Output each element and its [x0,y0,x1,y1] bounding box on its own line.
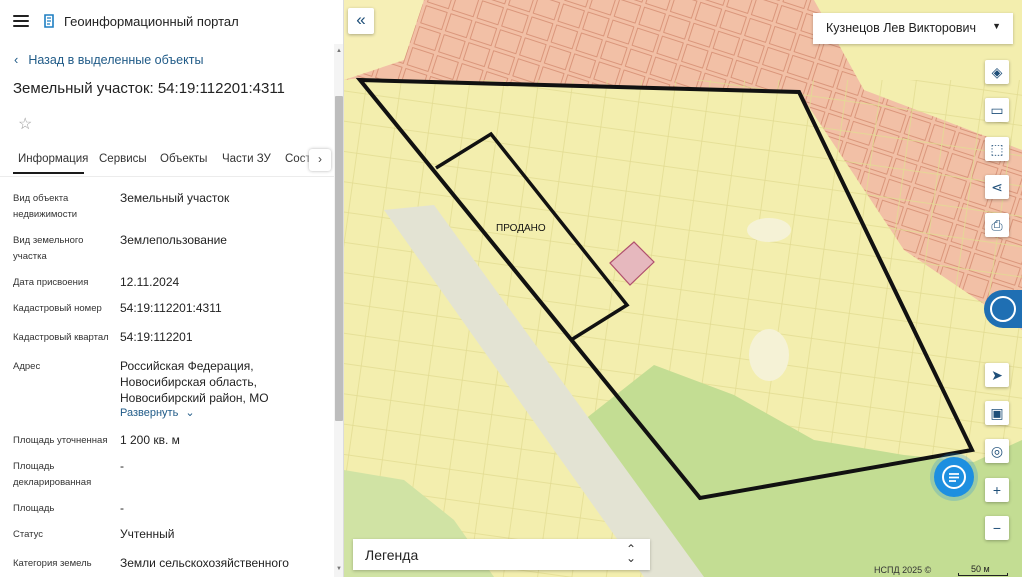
locate-icon[interactable]: ➤ [985,363,1009,387]
property-value: Земельный участок [120,191,230,205]
tab-information[interactable]: Информация [18,153,88,165]
property-label: Статус [13,529,44,540]
chevron-down-icon: ⌄ [185,407,195,419]
map-canvas[interactable] [344,0,1022,577]
active-tab-indicator [13,172,84,174]
top-bar: Геоинформационный портал [0,0,343,44]
property-label: Категория земель [13,558,92,569]
expand-toggle-icon: ⌃ ⌄ [625,542,636,565]
map-attribution: НСПД 2025 © [874,565,932,575]
property-value: Учтенный [120,527,175,541]
user-menu[interactable]: Кузнецов Лев Викторович ▼ [813,13,1013,44]
info-panel: Геоинформационный портал ‹ Назад в выделе… [0,0,344,577]
caret-down-icon: ▼ [992,21,1001,31]
app-title: Геоинформационный портал [64,14,239,29]
address-value: Российская Федерация, Новосибирская обла… [120,359,269,405]
scroll-down-arrow-icon[interactable]: ▼ [336,566,342,572]
collapse-panel-button[interactable]: « [348,8,374,34]
property-value: 12.11.2024 [120,275,180,289]
property-label: Вид земельного участка [13,235,84,262]
tabs-bar: Информация Сервисы Объекты Части ЗУ Сост… [0,146,334,174]
legend-label: Легенда [365,547,419,563]
share-icon[interactable]: ⋖ [985,175,1009,199]
property-label: Вид объекта недвижимости [13,193,78,220]
tab-services[interactable]: Сервисы [99,153,147,165]
property-label: Площадь [13,503,55,514]
tabs-divider [0,176,334,177]
scale-bar [958,573,1008,576]
expand-address-link[interactable]: Развернуть ⌄ [120,406,195,419]
layers-icon[interactable]: ◈ [985,60,1009,84]
back-label: Назад в выделенные объекты [28,53,204,67]
chevron-left-icon: ‹ [14,52,19,67]
tab-parcel-parts[interactable]: Части ЗУ [222,153,271,165]
sold-label: ПРОДАНО [496,223,546,234]
scrollbar-thumb[interactable] [335,96,343,421]
chat-icon [942,465,966,489]
clearing [749,329,789,381]
property-value: Земли сельскохозяйственного [120,556,289,570]
zoom-out-icon[interactable]: − [985,516,1009,540]
property-label: Площадь уточненная [13,435,108,446]
compass-icon [990,296,1016,322]
property-label: Кадастровый номер [13,303,102,314]
back-link[interactable]: ‹ Назад в выделенные объекты [14,52,203,67]
object-title: Земельный участок: 54:19:112201:4311 [13,80,285,97]
side-panel-tab[interactable] [984,290,1022,328]
tab-objects[interactable]: Объекты [160,153,207,165]
tabs-scroll-right-button[interactable]: › [309,149,331,171]
property-value: - [120,501,124,515]
property-label: Дата присвоения [13,277,89,288]
clearing [747,218,791,242]
map-view[interactable] [344,0,1022,577]
property-value: Землепользование [120,233,227,247]
property-label: Адрес [13,361,41,372]
zoom-in-icon[interactable]: + [985,478,1009,502]
property-value: 1 200 кв. м [120,433,180,447]
expand-label: Развернуть [120,407,179,419]
print-icon[interactable]: ⎙ [985,213,1009,237]
property-value: 54:19:112201:4311 [120,301,222,315]
scroll-up-arrow-icon[interactable]: ▲ [336,48,342,54]
property-value: 54:19:112201 [120,330,193,344]
property-label: Площадь декларированная [13,461,92,488]
property-value: - [120,459,124,473]
ruler-icon[interactable]: ▭ [985,98,1009,122]
hamburger-menu-icon[interactable] [13,15,29,29]
chat-button[interactable] [934,457,974,497]
user-name: Кузнецов Лев Викторович [826,21,976,35]
property-label: Кадастровый квартал [13,332,109,343]
portal-logo-icon [44,14,54,28]
legend-panel[interactable]: Легенда ⌃ ⌄ [353,539,650,570]
minimap-icon[interactable]: ▣ [985,401,1009,425]
favorite-star-icon[interactable]: ☆ [18,114,32,134]
area-select-icon[interactable]: ⬚ [985,137,1009,161]
geolocation-icon[interactable]: ◎ [985,439,1009,463]
